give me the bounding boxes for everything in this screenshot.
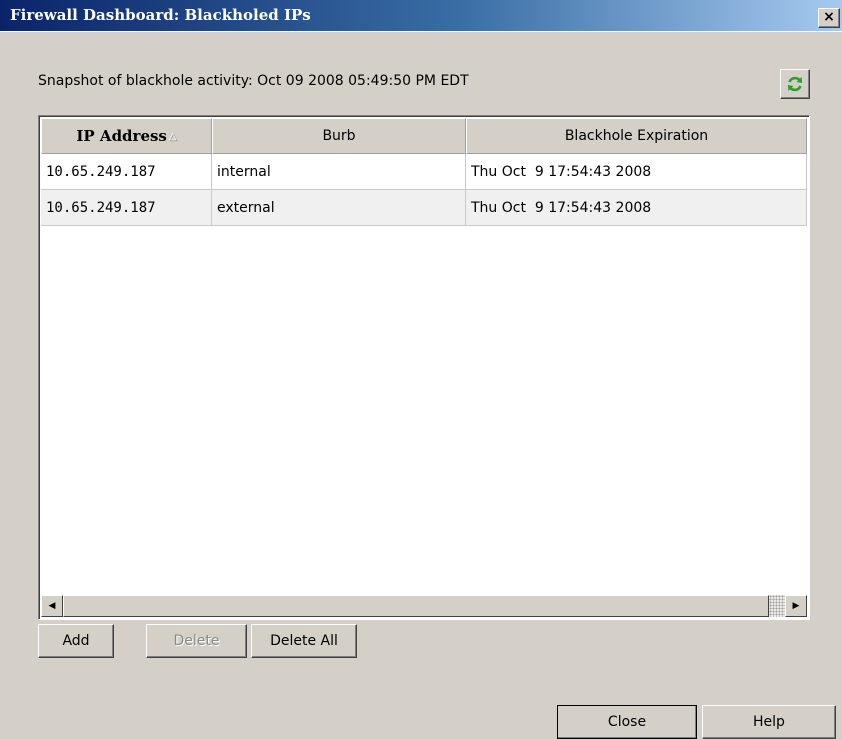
blackholed-ip-table: IP Address △ Burb Blackhole Expiration 1… [38, 115, 810, 620]
column-header-ip-address[interactable]: IP Address △ [41, 118, 212, 154]
table-row[interactable]: 10.65.249.187 internal Thu Oct 9 17:54:4… [41, 154, 807, 190]
delete-button[interactable]: Delete [146, 624, 247, 658]
table-row[interactable]: 10.65.249.187 external Thu Oct 9 17:54:4… [41, 190, 807, 226]
snapshot-label: Snapshot of blackhole activity: Oct 09 2… [38, 73, 469, 89]
table-body: 10.65.249.187 internal Thu Oct 9 17:54:4… [41, 154, 807, 226]
window-title: Firewall Dashboard: Blackholed IPs [10, 6, 311, 24]
ip-address-cell: 10.65.249.187 [41, 190, 212, 225]
scrollbar-track[interactable] [769, 595, 785, 617]
expiration-cell: Thu Oct 9 17:54:43 2008 [466, 190, 807, 225]
arrow-left-icon: ◀ [48, 601, 56, 611]
burb-cell: internal [212, 154, 466, 189]
title-bar: Firewall Dashboard: Blackholed IPs × [0, 0, 842, 32]
table-header: IP Address △ Burb Blackhole Expiration [41, 118, 807, 154]
close-icon[interactable]: × [818, 8, 840, 28]
column-header-blackhole-expiration[interactable]: Blackhole Expiration [466, 118, 807, 154]
column-header-label: Burb [322, 128, 356, 144]
refresh-button[interactable] [780, 69, 810, 99]
scroll-left-button[interactable]: ◀ [41, 595, 63, 617]
expiration-cell: Thu Oct 9 17:54:43 2008 [466, 154, 807, 189]
burb-cell: external [212, 190, 466, 225]
column-header-label: Blackhole Expiration [564, 128, 709, 144]
help-button[interactable]: Help [702, 705, 836, 739]
column-header-label: IP Address [76, 127, 167, 145]
delete-all-button[interactable]: Delete All [251, 624, 357, 658]
horizontal-scrollbar[interactable]: ◀ ▶ [41, 595, 807, 617]
scrollbar-thumb[interactable] [63, 595, 769, 617]
arrow-right-icon: ▶ [792, 601, 800, 611]
scroll-right-button[interactable]: ▶ [785, 595, 807, 617]
ip-address-cell: 10.65.249.187 [41, 154, 212, 189]
column-header-burb[interactable]: Burb [212, 118, 466, 154]
refresh-icon [787, 76, 803, 92]
sort-ascending-icon: △ [168, 130, 177, 142]
close-button[interactable]: Close [557, 705, 697, 739]
add-button[interactable]: Add [38, 624, 114, 658]
